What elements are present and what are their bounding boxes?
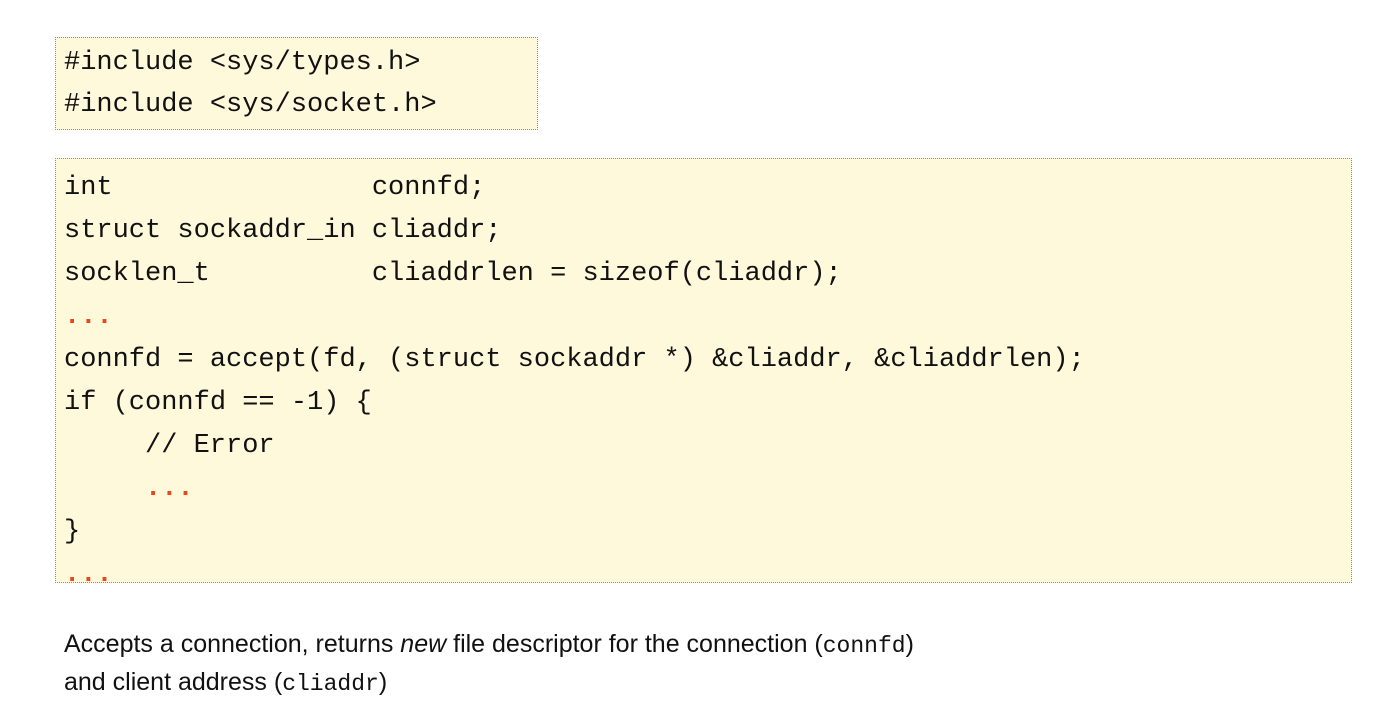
includes-code-block: #include <sys/types.h> #include <sys/soc… <box>55 37 538 130</box>
code-line: socklen_t cliaddrlen = sizeof(cliaddr); <box>64 259 842 289</box>
code-line: int connfd; <box>64 173 486 203</box>
code-line: if (connfd == -1) { <box>64 388 372 418</box>
code-ellipsis: ... <box>64 560 113 590</box>
include-line: #include <sys/types.h> <box>64 48 421 78</box>
caption-text: file descriptor for the connection ( <box>446 630 823 658</box>
code-line: struct sockaddr_in cliaddr; <box>64 216 502 246</box>
caption-text: ) <box>905 630 914 658</box>
caption-code: cliaddr <box>282 671 379 697</box>
caption-emphasis: new <box>400 630 447 658</box>
caption-line-1: Accepts a connection, returns new file d… <box>64 626 1364 664</box>
code-line: } <box>64 517 81 547</box>
caption-text: Accepts a connection, returns <box>64 630 401 658</box>
code-line: connfd = accept(fd, (struct sockaddr *) … <box>64 345 1085 375</box>
caption-code: connfd <box>822 633 906 659</box>
caption-line-2: and client address (cliaddr) <box>64 664 1364 702</box>
code-ellipsis: ... <box>145 474 194 504</box>
accept-code-block: int connfd; struct sockaddr_in cliaddr; … <box>55 158 1352 590</box>
description-caption: Accepts a connection, returns new file d… <box>64 626 1364 702</box>
caption-text: and client address ( <box>64 668 283 696</box>
code-comment: // Error <box>145 431 275 461</box>
caption-text: ) <box>378 668 388 696</box>
include-line: #include <sys/socket.h> <box>64 90 437 120</box>
code-ellipsis: ... <box>64 302 113 332</box>
